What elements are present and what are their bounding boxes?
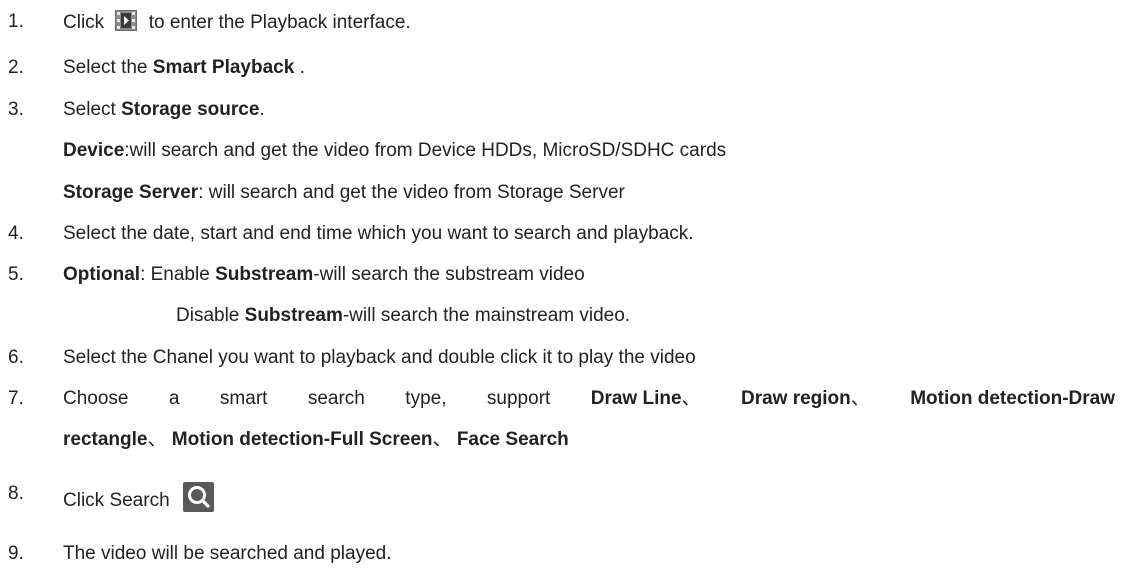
step-number: 3. bbox=[8, 99, 24, 120]
step-text: Click bbox=[63, 12, 105, 33]
bold-term: Optional bbox=[63, 264, 141, 285]
separator: 、 bbox=[432, 429, 452, 450]
step-text: Select the date, start and end time whic… bbox=[63, 223, 694, 244]
step-text: Click Search bbox=[63, 490, 170, 511]
step-text: . bbox=[294, 57, 305, 78]
bold-term: Motion detection-Full Screen bbox=[171, 429, 433, 450]
step-text: Select bbox=[63, 99, 122, 120]
bold-term: Substream bbox=[244, 305, 343, 326]
step-text: Disable bbox=[176, 305, 245, 326]
step-text: -will search the substream video bbox=[313, 264, 585, 285]
bold-term: Draw region bbox=[740, 388, 851, 409]
word: support bbox=[486, 388, 551, 409]
step-number: 6. bbox=[8, 347, 24, 368]
search-icon bbox=[182, 482, 214, 512]
step-text: : Enable bbox=[140, 264, 216, 285]
word: Choose bbox=[63, 388, 129, 409]
bold-term: Smart Playback bbox=[152, 57, 295, 78]
step-text: -will search the mainstream video. bbox=[342, 305, 631, 326]
step-text: to enter the Playback interface. bbox=[148, 12, 411, 33]
instruction-list: 1. Click to enter the Playback interface… bbox=[0, 0, 1123, 577]
step-text: . bbox=[259, 99, 265, 120]
step-text: : will search and get the video from Sto… bbox=[198, 182, 625, 203]
separator: 、 bbox=[850, 388, 870, 409]
word: a bbox=[168, 388, 180, 409]
word: smart bbox=[219, 388, 268, 409]
step-text: The video will be searched and played. bbox=[63, 543, 392, 564]
step-text: :will search and get the video from Devi… bbox=[124, 140, 727, 161]
bold-term: rectangle bbox=[63, 429, 148, 450]
word: search bbox=[307, 388, 365, 409]
bold-term: Storage source bbox=[121, 99, 260, 120]
separator: 、 bbox=[681, 388, 701, 409]
bold-term: Device bbox=[63, 140, 125, 161]
bold-term: Substream bbox=[215, 264, 314, 285]
bold-term: Motion detection-Draw bbox=[910, 388, 1115, 409]
bold-term: Draw Line bbox=[590, 388, 682, 409]
bold-term: Storage Server bbox=[63, 182, 199, 203]
step-number: 8. bbox=[8, 483, 24, 504]
step-number: 5. bbox=[8, 264, 24, 285]
step-number: 7. bbox=[8, 388, 24, 409]
separator: 、 bbox=[147, 429, 167, 450]
playback-icon bbox=[115, 10, 138, 31]
justified-line: Choose a smart search type, support Draw… bbox=[63, 387, 1115, 411]
step-text: Select the bbox=[63, 57, 153, 78]
step-text: Select the Chanel you want to playback a… bbox=[63, 347, 696, 368]
step-number: 1. bbox=[8, 11, 24, 32]
word: type, bbox=[405, 388, 447, 409]
step-number: 9. bbox=[8, 543, 24, 564]
step-number: 2. bbox=[8, 57, 24, 78]
bold-term: Face Search bbox=[456, 429, 569, 450]
step-number: 4. bbox=[8, 223, 24, 244]
